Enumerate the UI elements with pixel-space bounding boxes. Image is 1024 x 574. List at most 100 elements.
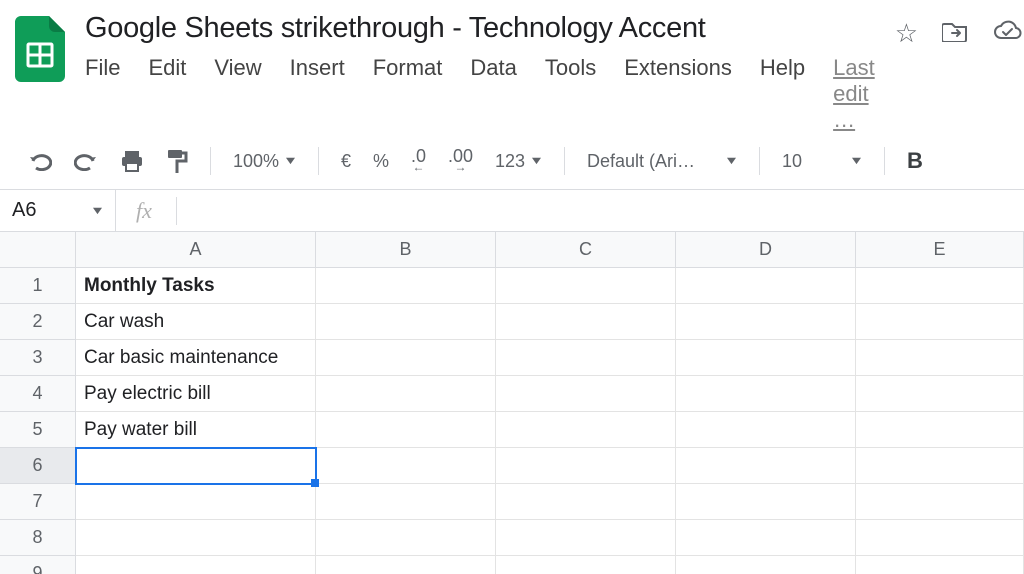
menu-view[interactable]: View: [214, 55, 261, 133]
cell[interactable]: [496, 340, 676, 376]
cell[interactable]: [496, 376, 676, 412]
cell[interactable]: [856, 304, 1024, 340]
chevron-down-icon: ▼: [529, 155, 544, 167]
fx-label: fx: [136, 198, 152, 224]
last-edit-link[interactable]: Last edit …: [833, 55, 875, 133]
cell[interactable]: Car wash: [76, 304, 316, 340]
cell[interactable]: [316, 340, 496, 376]
cell[interactable]: Car basic maintenance: [76, 340, 316, 376]
cell[interactable]: [676, 556, 856, 574]
cell[interactable]: [316, 412, 496, 448]
cell[interactable]: [316, 520, 496, 556]
cell[interactable]: Monthly Tasks: [76, 268, 316, 304]
cell[interactable]: [496, 556, 676, 574]
menu-help[interactable]: Help: [760, 55, 805, 133]
column-header[interactable]: B: [316, 232, 496, 268]
menu-edit[interactable]: Edit: [148, 55, 186, 133]
font-family-dropdown[interactable]: Default (Ari… ▼: [587, 151, 737, 172]
cell[interactable]: Pay water bill: [76, 412, 316, 448]
format-currency-button[interactable]: €: [341, 151, 351, 172]
font-size-dropdown[interactable]: 10 ▼: [782, 151, 862, 172]
row-header[interactable]: 2: [0, 304, 76, 340]
cell[interactable]: [76, 556, 316, 574]
sheets-logo[interactable]: [15, 12, 65, 84]
cell[interactable]: [496, 484, 676, 520]
column-header[interactable]: D: [676, 232, 856, 268]
row-header[interactable]: 9: [0, 556, 76, 574]
bold-button[interactable]: B: [907, 148, 923, 174]
cell[interactable]: [496, 520, 676, 556]
document-title[interactable]: Google Sheets strikethrough - Technology…: [85, 12, 875, 45]
cell[interactable]: [856, 556, 1024, 574]
cell[interactable]: [856, 448, 1024, 484]
menu-data[interactable]: Data: [470, 55, 516, 133]
name-box[interactable]: A6 ▼: [0, 190, 116, 231]
cell[interactable]: Pay electric bill: [76, 376, 316, 412]
cell[interactable]: [856, 268, 1024, 304]
cell[interactable]: [676, 376, 856, 412]
cloud-status-icon[interactable]: [992, 18, 1022, 49]
menu-format[interactable]: Format: [373, 55, 443, 133]
row-header[interactable]: 8: [0, 520, 76, 556]
star-icon[interactable]: ☆: [895, 18, 918, 49]
row-header[interactable]: 4: [0, 376, 76, 412]
move-to-folder-icon[interactable]: [942, 18, 968, 49]
cell[interactable]: [76, 448, 316, 484]
row-header[interactable]: 3: [0, 340, 76, 376]
chevron-down-icon: ▼: [849, 155, 864, 167]
redo-button[interactable]: [74, 151, 98, 171]
paint-format-button[interactable]: [166, 149, 188, 173]
column-header[interactable]: C: [496, 232, 676, 268]
spreadsheet-grid: A B C D E 1Monthly Tasks2Car wash3Car ba…: [0, 232, 1024, 574]
cell[interactable]: [856, 484, 1024, 520]
cell[interactable]: [856, 340, 1024, 376]
menu-insert[interactable]: Insert: [290, 55, 345, 133]
menu-file[interactable]: File: [85, 55, 120, 133]
cell[interactable]: [316, 268, 496, 304]
column-header[interactable]: E: [856, 232, 1024, 268]
cell[interactable]: [676, 412, 856, 448]
chevron-down-icon: ▼: [283, 155, 298, 167]
menu-tools[interactable]: Tools: [545, 55, 596, 133]
decrease-decimal-button[interactable]: .0 ←: [411, 149, 426, 173]
cell[interactable]: [316, 376, 496, 412]
column-header[interactable]: A: [76, 232, 316, 268]
increase-decimal-button[interactable]: .00 →: [448, 149, 473, 173]
cell[interactable]: [496, 268, 676, 304]
toolbar: 100% ▼ € % .0 ← .00 → 123 ▼ Default (Ari…: [0, 133, 1024, 190]
cell[interactable]: [676, 268, 856, 304]
zoom-value: 100%: [233, 151, 279, 172]
undo-button[interactable]: [28, 151, 52, 171]
cell[interactable]: [856, 412, 1024, 448]
menu-bar: File Edit View Insert Format Data Tools …: [85, 55, 875, 133]
cell[interactable]: [856, 520, 1024, 556]
format-percent-button[interactable]: %: [373, 151, 389, 172]
cell[interactable]: [856, 376, 1024, 412]
cell[interactable]: [676, 448, 856, 484]
name-box-value: A6: [12, 199, 36, 222]
menu-extensions[interactable]: Extensions: [624, 55, 732, 133]
cell[interactable]: [676, 484, 856, 520]
row-header[interactable]: 7: [0, 484, 76, 520]
cell[interactable]: [76, 520, 316, 556]
zoom-dropdown[interactable]: 100% ▼: [233, 151, 296, 172]
cell[interactable]: [676, 340, 856, 376]
cell[interactable]: [316, 448, 496, 484]
cell[interactable]: [676, 520, 856, 556]
cell[interactable]: [316, 304, 496, 340]
cell[interactable]: [676, 304, 856, 340]
cell[interactable]: [76, 484, 316, 520]
formula-bar-input[interactable]: [201, 200, 901, 221]
row-header[interactable]: 5: [0, 412, 76, 448]
cell[interactable]: [316, 556, 496, 574]
row-header[interactable]: 1: [0, 268, 76, 304]
cell[interactable]: [496, 412, 676, 448]
select-all-corner[interactable]: [0, 232, 76, 268]
selection-handle[interactable]: [311, 479, 319, 487]
print-button[interactable]: [120, 150, 144, 172]
cell[interactable]: [496, 304, 676, 340]
cell[interactable]: [496, 448, 676, 484]
more-formats-dropdown[interactable]: 123 ▼: [495, 151, 542, 172]
cell[interactable]: [316, 484, 496, 520]
row-header[interactable]: 6: [0, 448, 76, 484]
